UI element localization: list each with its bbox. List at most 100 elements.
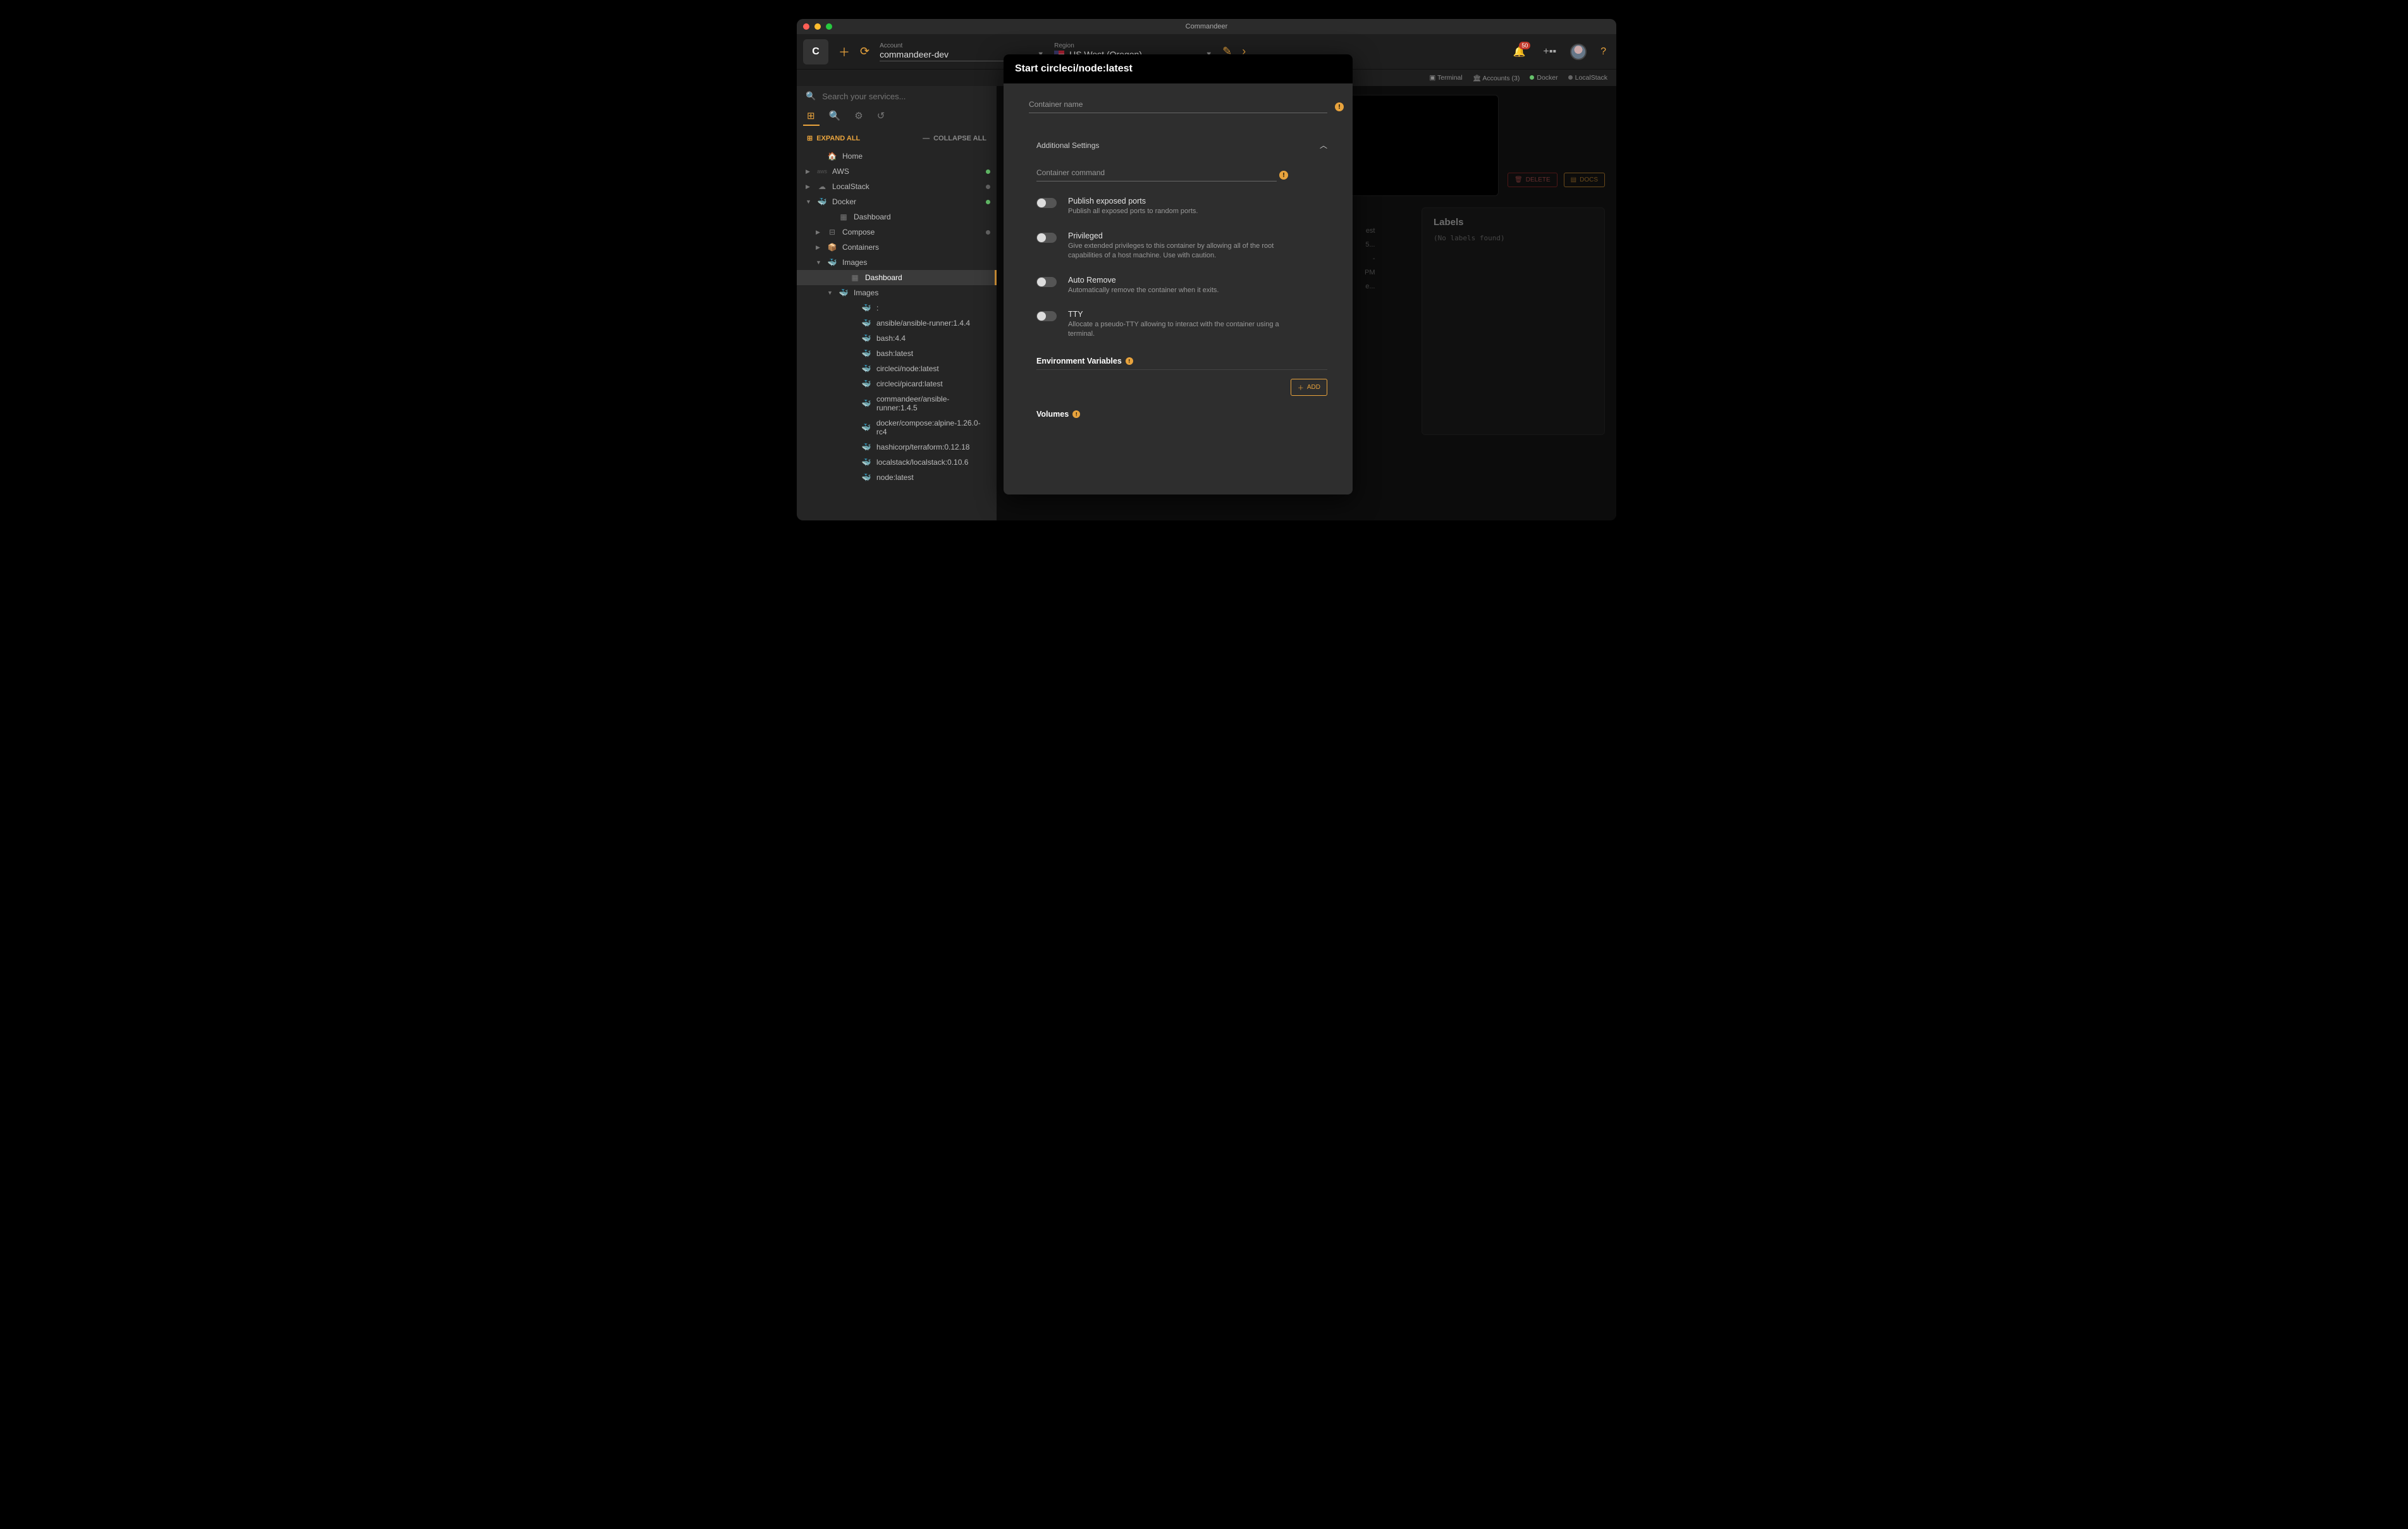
account-label: Account [880,42,1044,49]
sidebar-image-item[interactable]: 🐳 commandeer/ansible-runner:1.4.5 [797,391,997,415]
sidebar-image-item[interactable]: 🐳circleci/node:latest [797,361,997,376]
toggle-switch[interactable] [1036,311,1057,321]
toggle-title: Privileged [1068,231,1289,240]
image-name: ansible/ansible-runner:1.4.4 [876,319,970,328]
collapse-all-button[interactable]: —COLLAPSE ALL [923,135,986,142]
sidebar-item-localstack[interactable]: ▶☁LocalStack [797,179,997,194]
warning-icon: ! [1279,171,1288,180]
sidebar-image-item[interactable]: 🐳 ansible/ansible-runner:1.4.4 [797,316,997,331]
docker-icon: 🐳 [861,443,871,451]
image-name: bash:latest [876,349,913,358]
docker-icon: 🐳 [861,349,871,358]
image-name: bash:4.4 [876,334,906,343]
help-button[interactable]: ? [1597,46,1610,58]
avatar[interactable] [1570,44,1587,60]
toggle-description: Allocate a pseudo-TTY allowing to intera… [1068,320,1289,339]
toggle-switch[interactable] [1036,233,1057,243]
accounts-link[interactable]: 🏛 Accounts (3) [1473,74,1520,82]
image-name: : [876,304,878,312]
sidebar-image-item[interactable]: 🐳: [797,300,997,316]
window-title: Commandeer [797,23,1616,30]
notif-badge: 50 [1519,42,1530,49]
toggle-title: TTY [1068,310,1289,319]
docker-icon: 🐳 [861,319,871,328]
add-button[interactable]: ＋ [838,44,850,60]
image-name: commandeer/ansible-runner:1.4.5 [876,395,990,412]
refresh-button[interactable]: ⟳ [860,45,869,58]
notifications-button[interactable]: 🔔50 [1509,46,1529,58]
search-row: 🔍 [797,86,997,106]
toggle-description: Give extended privileges to this contain… [1068,242,1289,261]
docker-icon: 🐳 [861,399,871,408]
sidebar-image-item[interactable]: 🐳 bash:4.4 [797,331,997,346]
localstack-status[interactable]: LocalStack [1568,74,1607,82]
sidebar-item-docker[interactable]: ▼🐳Docker [797,194,997,209]
toggle-switch[interactable] [1036,277,1057,287]
sidebar-item-docker-dashboard[interactable]: ▦Dashboard [797,209,997,224]
toggle-row: Publish exposed portsPublish all exposed… [1036,189,1327,224]
invite-button[interactable]: +▪▪ [1539,46,1560,58]
sidebar-image-item[interactable]: 🐳docker/compose:alpine-1.26.0-rc4 [797,415,997,439]
images-icon: 🐳 [827,258,837,267]
sidebar-image-item[interactable]: 🐳circleci/picard:latest [797,376,997,391]
aws-icon: aws [817,168,827,175]
image-name: hashicorp/terraform:0.12.18 [876,443,969,451]
docker-status[interactable]: Docker [1530,74,1557,82]
container-name-field[interactable]: Container name ! [1029,99,1327,113]
toggle-title: Auto Remove [1068,276,1219,285]
toggle-title: Publish exposed ports [1068,197,1198,206]
dashboard-icon: ▦ [850,273,860,282]
docker-icon: 🐳 [817,197,827,206]
search-input[interactable] [822,92,988,101]
home-icon: 🏠 [827,152,837,161]
sidebar-item-containers[interactable]: ▶📦Containers [797,240,997,255]
warning-icon: ! [1126,357,1133,365]
docker-icon: 🐳 [861,458,871,467]
gear-icon[interactable]: ⚙ [854,110,863,121]
sidebar-item-aws[interactable]: ▶awsAWS [797,164,997,179]
sidebar-image-item[interactable]: 🐳localstack/localstack:0.10.6 [797,455,997,470]
image-name: node:latest [876,473,914,482]
expand-icon: ⊞ [807,134,813,142]
chevron-up-icon: ︿ [1320,140,1327,150]
image-name: docker/compose:alpine-1.26.0-rc4 [876,419,990,436]
service-tree: 🏠Home ▶awsAWS ▶☁LocalStack ▼🐳Docker ▦Das… [797,149,997,520]
warning-icon: ! [1335,102,1344,111]
additional-settings-toggle[interactable]: Additional Settings ︿ [1036,128,1327,154]
app-logo[interactable]: C [803,39,828,64]
search-tool-icon[interactable]: 🔍 [829,110,841,121]
expand-all-button[interactable]: ⊞EXPAND ALL [807,134,860,142]
sidebar-item-compose[interactable]: ▶⊟Compose [797,224,997,240]
container-command-field[interactable]: Container command ! [1036,167,1277,181]
tree-icon[interactable]: ⊞ [807,110,815,121]
toggle-row: Auto RemoveAutomatically remove the cont… [1036,268,1327,303]
modal-title: Start circleci/node:latest [1015,63,1341,75]
docker-icon: 🐳 [861,473,871,482]
titlebar: Commandeer [797,19,1616,34]
plus-icon: ＋ [1298,383,1304,392]
region-label: Region [1054,42,1212,49]
sidebar-image-item[interactable]: 🐳 hashicorp/terraform:0.12.18 [797,439,997,455]
sidebar-image-item[interactable]: 🐳 node:latest [797,470,997,485]
sidebar-item-images-list[interactable]: ▼🐳Images [797,285,997,300]
sidebar-item-images[interactable]: ▼🐳Images [797,255,997,270]
account-value: commandeer-dev [880,49,949,59]
images-icon: 🐳 [838,288,849,297]
history-icon[interactable]: ↺ [877,110,885,121]
image-name: circleci/picard:latest [876,379,943,388]
add-env-var-button[interactable]: ＋ADD [1291,379,1327,396]
sidebar-item-images-dashboard[interactable]: ▦Dashboard [797,270,997,285]
toggle-description: Publish all exposed ports to random port… [1068,207,1198,216]
docker-icon: 🐳 [861,304,871,312]
env-vars-heading: Environment Variables ! [1036,357,1327,365]
toggle-switch[interactable] [1036,198,1057,208]
sidebar-item-home[interactable]: 🏠Home [797,149,997,164]
toggle-row: Privileged Give extended privileges to th… [1036,224,1327,268]
sidebar-image-item[interactable]: 🐳 bash:latest [797,346,997,361]
sidebar-tool-row: ⊞ 🔍 ⚙ ↺ [797,106,997,125]
dashboard-icon: ▦ [838,212,849,221]
image-name: circleci/node:latest [876,364,939,373]
terminal-link[interactable]: ▣ Terminal [1429,74,1462,82]
docker-icon: 🐳 [861,334,871,343]
sidebar: 🔍 ⊞ 🔍 ⚙ ↺ ⊞EXPAND ALL —COLLAPSE ALL 🏠Hom… [797,86,997,520]
